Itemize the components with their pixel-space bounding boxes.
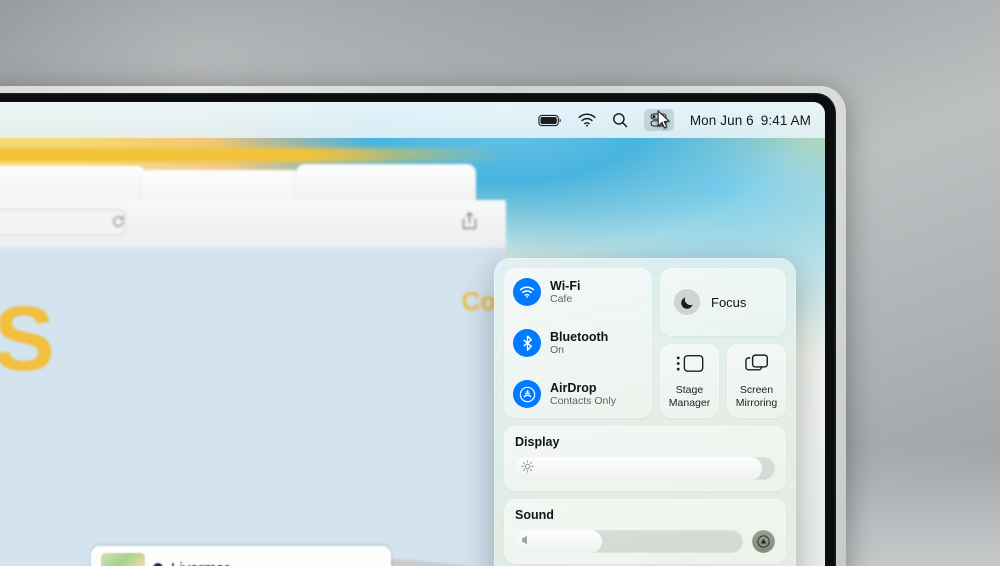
stage-manager-label-line2: Manager	[668, 396, 711, 409]
screen-mirroring-label: Screen Mirroring	[736, 384, 777, 408]
page-text: Co	[461, 286, 496, 316]
address-bar[interactable]	[0, 209, 126, 235]
safari-tab[interactable]	[296, 164, 476, 204]
battery-icon[interactable]	[538, 114, 562, 127]
bluetooth-status: On	[550, 343, 565, 356]
wifi-status: Cafe	[550, 292, 573, 305]
display-tile: Display	[504, 426, 786, 491]
screen-mirroring-label-line1: Screen	[739, 384, 774, 397]
display-label: Display	[515, 435, 560, 449]
airplay-icon[interactable]	[752, 530, 775, 553]
control-center-panel: Wi-Fi Cafe Bluetooth On AirDrop Contacts…	[494, 258, 796, 566]
screen-mirroring-label-line2: Mirroring	[735, 396, 778, 409]
bluetooth-icon[interactable]	[513, 329, 541, 357]
display-slider-wrap	[515, 457, 775, 480]
sound-slider-wrap	[515, 530, 775, 553]
safari-window[interactable]: ES Co	[0, 160, 506, 566]
widget-map-thumbnail	[101, 553, 145, 566]
display-slider[interactable]	[515, 457, 775, 480]
stage-manager-label-line1: Stage	[675, 384, 704, 397]
screen-mirroring-tile[interactable]: Screen Mirroring	[727, 344, 786, 418]
screen-mirroring-icon	[744, 353, 770, 379]
stage-manager-icon	[676, 353, 704, 379]
control-center-icon[interactable]	[643, 109, 674, 131]
search-icon[interactable]	[612, 112, 628, 128]
focus-tile[interactable]: Focus	[660, 268, 786, 336]
laptop-screen: ES Co Livermor	[0, 102, 825, 566]
display-slider-fill	[515, 457, 762, 480]
share-icon[interactable]	[461, 211, 478, 235]
sound-tile: Sound	[504, 499, 786, 564]
connectivity-tile: Wi-Fi Cafe Bluetooth On AirDrop Contacts…	[504, 268, 652, 418]
menu-bar: Mon Jun 6 9:41 AM	[0, 102, 825, 138]
wifi-row[interactable]: Wi-Fi Cafe	[513, 278, 643, 306]
safari-toolbar[interactable]	[0, 200, 506, 248]
webpage-content: ES Co	[0, 248, 506, 566]
sound-slider[interactable]	[515, 530, 743, 553]
safari-tab-bar[interactable]	[0, 160, 506, 210]
wifi-icon[interactable]	[513, 278, 541, 306]
reload-icon[interactable]	[111, 214, 126, 233]
wifi-label: Wi-Fi	[550, 278, 581, 293]
stage-manager-tile[interactable]: Stage Manager	[660, 344, 719, 418]
bluetooth-label: Bluetooth	[550, 329, 609, 344]
moon-icon	[674, 289, 700, 315]
bluetooth-row[interactable]: Bluetooth On	[513, 329, 643, 357]
menu-bar-clock[interactable]: Mon Jun 6 9:41 AM	[690, 113, 811, 128]
page-heading: ES	[0, 288, 57, 390]
sound-label: Sound	[515, 508, 554, 522]
airdrop-label: AirDrop	[550, 380, 597, 395]
menu-bar-time: 9:41 AM	[760, 112, 811, 128]
control-center-tile-pair: Stage Manager Screen Mirroring	[660, 344, 786, 418]
wifi-icon[interactable]	[578, 113, 596, 127]
stage-manager-label: Stage Manager	[669, 384, 710, 408]
airdrop-row[interactable]: AirDrop Contacts Only	[513, 380, 643, 408]
focus-label: Focus	[711, 294, 747, 310]
laptop-device: ES Co Livermor	[0, 86, 846, 566]
brightness-icon	[521, 459, 534, 478]
control-center-right-column: Focus Stage Manager Screen Mirroring	[660, 268, 786, 418]
map-pin-icon	[150, 560, 166, 566]
mouse-cursor	[657, 110, 670, 129]
airdrop-icon[interactable]	[513, 380, 541, 408]
airdrop-status: Contacts Only	[550, 394, 616, 407]
menu-bar-date: Mon Jun 6	[689, 112, 754, 128]
bottom-widget[interactable]: Livermor	[91, 546, 391, 566]
widget-label: Livermor	[171, 560, 229, 566]
speaker-icon	[521, 533, 533, 551]
control-center-top-row: Wi-Fi Cafe Bluetooth On AirDrop Contacts…	[504, 268, 786, 418]
